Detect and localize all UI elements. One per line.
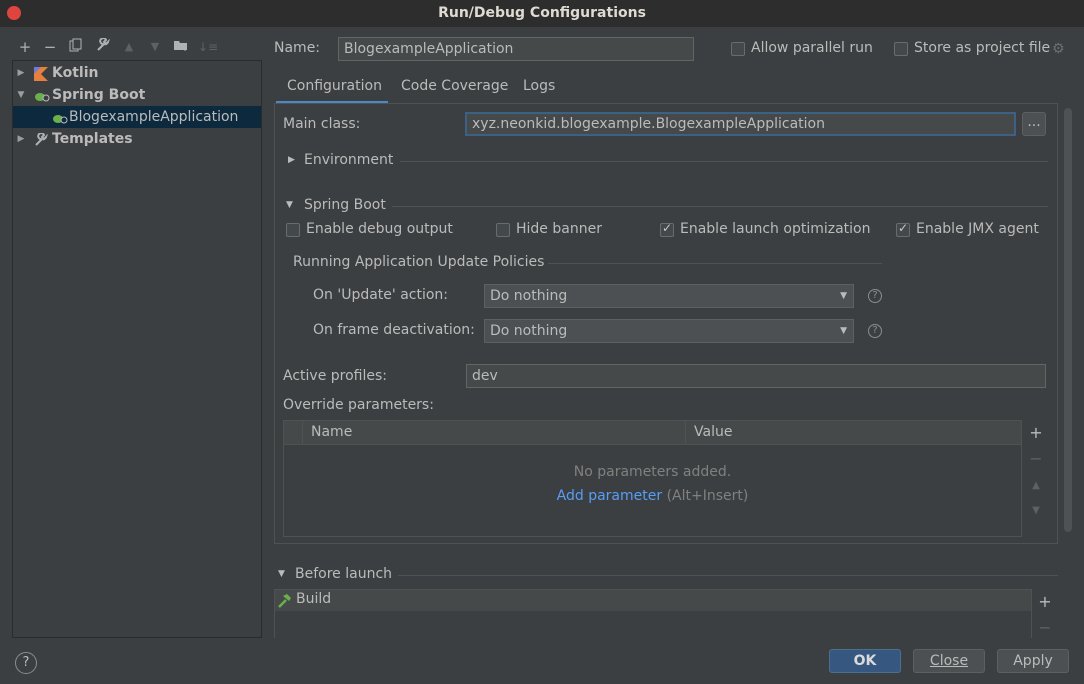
frame-deactivation-select[interactable]: Do nothing ▼ (484, 319, 854, 343)
chevron-down-icon: ▼ (840, 326, 847, 336)
task-label: Build (296, 591, 332, 607)
configuration-tree[interactable]: ▶ Kotlin ▼ Spring Boot BlogexampleApplic… (12, 60, 262, 638)
hide-banner-label: Hide banner (516, 221, 602, 237)
add-icon[interactable]: + (16, 38, 34, 56)
move-down-icon: ▼ (1032, 505, 1040, 516)
store-project-checkbox[interactable] (894, 42, 908, 56)
close-button[interactable]: Close (913, 649, 985, 673)
collapse-arrow-icon[interactable]: ▼ (286, 200, 293, 210)
hammer-icon (277, 593, 293, 609)
column-header-value[interactable]: Value (694, 424, 732, 440)
tree-item-kotlin[interactable]: ▶ Kotlin (13, 62, 261, 84)
wrench-icon (34, 132, 48, 146)
tree-item-templates[interactable]: ▶ Templates (13, 128, 261, 150)
section-divider (548, 263, 882, 264)
tab-configuration[interactable]: Configuration (276, 74, 388, 104)
store-project-label: Store as project file (914, 40, 1051, 56)
list-item[interactable]: Build (275, 590, 1031, 611)
add-icon[interactable]: + (1027, 424, 1045, 442)
tree-item-spring-boot[interactable]: ▼ Spring Boot (13, 84, 261, 106)
window-title: Run/Debug Configurations (438, 5, 646, 21)
spring-boot-section[interactable]: Spring Boot (304, 197, 386, 213)
apply-button[interactable]: Apply (997, 649, 1069, 673)
chevron-down-icon: ▼ (840, 291, 847, 301)
name-input[interactable]: BlogexampleApplication (338, 37, 694, 61)
remove-icon: − (1029, 449, 1043, 468)
spring-boot-icon (34, 88, 50, 102)
ok-button[interactable]: OK (829, 649, 901, 673)
jmx-agent-label: Enable JMX agent (916, 221, 1039, 237)
add-parameter-link[interactable]: Add parameter (557, 488, 662, 504)
launch-optimization-label: Enable launch optimization (680, 221, 871, 237)
help-icon[interactable]: ? (868, 289, 882, 303)
update-action-label: On 'Update' action: (313, 287, 449, 303)
gear-icon[interactable]: ⚙ (1052, 41, 1065, 57)
column-header-name[interactable]: Name (311, 424, 352, 440)
jmx-agent-checkbox[interactable] (896, 221, 910, 237)
update-action-select[interactable]: Do nothing ▼ (484, 284, 854, 308)
spring-boot-app-icon (52, 110, 68, 124)
enable-debug-checkbox[interactable] (286, 223, 300, 237)
move-up-icon: ▲ (1032, 480, 1040, 491)
before-launch-list[interactable]: Build (274, 589, 1032, 638)
section-divider (400, 161, 1048, 162)
section-divider (398, 575, 1058, 576)
active-profiles-label: Active profiles: (283, 368, 387, 384)
browse-button[interactable]: ... (1022, 112, 1046, 136)
wrench-icon[interactable] (94, 37, 112, 56)
table-header (284, 421, 1021, 445)
override-parameters-label: Override parameters: (283, 397, 434, 413)
tab-logs[interactable]: Logs (523, 74, 555, 104)
scrollbar[interactable] (1064, 108, 1072, 532)
kotlin-icon (34, 66, 48, 81)
frame-deactivation-label: On frame deactivation: (313, 322, 475, 338)
section-divider (392, 206, 1048, 207)
allow-parallel-checkbox[interactable] (731, 42, 745, 56)
move-down-icon: ▼ (150, 40, 160, 53)
allow-parallel-label: Allow parallel run (751, 40, 873, 56)
add-icon[interactable]: + (1036, 593, 1054, 611)
tree-item-label: Templates (52, 131, 133, 147)
empty-table-text: No parameters added. (573, 464, 732, 480)
tree-item-blogexample-application[interactable]: BlogexampleApplication (13, 106, 261, 128)
help-icon[interactable]: ? (868, 324, 882, 338)
expand-arrow-icon[interactable]: ▶ (288, 155, 295, 165)
remove-icon[interactable]: − (41, 38, 59, 56)
sort-icon: ↓≡ (198, 40, 219, 54)
new-folder-icon[interactable] (172, 38, 190, 56)
main-class-input[interactable]: xyz.neonkid.blogexample.BlogexampleAppli… (465, 112, 1016, 136)
override-parameters-table[interactable]: Name Value No parameters added. Add para… (283, 420, 1022, 537)
launch-optimization-checkbox[interactable] (660, 221, 674, 237)
tree-item-label: Spring Boot (52, 87, 146, 103)
enable-debug-label: Enable debug output (306, 221, 453, 237)
active-profiles-input[interactable]: dev (466, 364, 1046, 388)
update-action-value: Do nothing (490, 288, 568, 304)
before-launch-section[interactable]: Before launch (295, 566, 392, 582)
main-class-label: Main class: (283, 116, 361, 132)
tree-item-label: BlogexampleApplication (69, 109, 239, 125)
help-button[interactable]: ? (15, 652, 37, 674)
name-label: Name: (274, 40, 321, 56)
hide-banner-checkbox[interactable] (496, 223, 510, 237)
move-up-icon: ▲ (124, 40, 134, 53)
remove-icon: − (1038, 618, 1052, 637)
environment-section[interactable]: Environment (304, 152, 393, 168)
frame-deactivation-value: Do nothing (490, 323, 568, 339)
add-parameter-shortcut: (Alt+Insert) (666, 488, 749, 504)
tab-code-coverage[interactable]: Code Coverage (401, 74, 508, 104)
tree-item-label: Kotlin (52, 65, 99, 81)
policies-heading: Running Application Update Policies (293, 254, 545, 270)
collapse-arrow-icon[interactable]: ▼ (278, 569, 285, 579)
copy-icon[interactable] (67, 38, 85, 56)
